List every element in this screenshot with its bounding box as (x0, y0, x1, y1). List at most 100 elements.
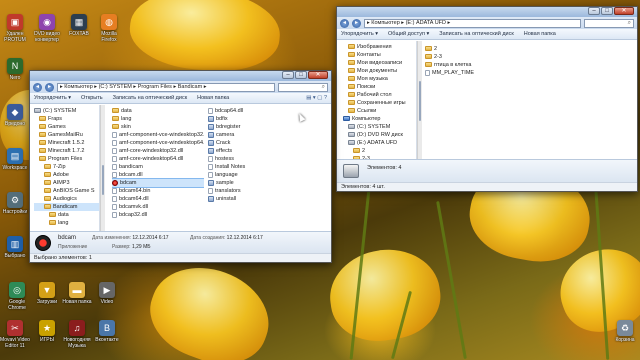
desktop-icon[interactable]: ▣ Удален PROTUM (0, 14, 30, 43)
file-item[interactable]: lang (112, 115, 204, 123)
tree-item[interactable]: Поиски (343, 83, 416, 91)
tree-item[interactable]: (C:) SYSTEM (343, 123, 416, 131)
tree-item[interactable]: (D:) DVD RW диск (343, 131, 416, 139)
tree-item[interactable]: lang (34, 219, 99, 227)
file-item[interactable]: bdregister (208, 123, 298, 131)
desktop-icon[interactable]: ◉ DVD видео конвертер (32, 14, 62, 43)
tree-item[interactable]: Мои документы (343, 67, 416, 75)
tree-item[interactable]: Мои видеозаписи (343, 59, 416, 67)
window-titlebar[interactable]: – □ ✕ (30, 71, 331, 81)
file-item[interactable]: MM_PLAY_TIME (425, 69, 635, 77)
tree-item[interactable]: Рабочий стол (343, 91, 416, 99)
file-item[interactable]: amf-core-windesktop32.dll (112, 147, 204, 155)
file-item[interactable]: camera (208, 131, 298, 139)
desktop-icon[interactable]: ♻ Корзина (610, 320, 640, 343)
tree-item[interactable]: Minecraft 1.7.2 (34, 147, 99, 155)
file-item[interactable]: bdcam64.dll (112, 195, 204, 203)
desktop-icon[interactable]: B Вконтакте (92, 320, 122, 343)
tree-item[interactable]: (C:) SYSTEM (34, 107, 99, 115)
close-button[interactable]: ✕ (308, 71, 328, 79)
minimize-button[interactable]: – (282, 71, 294, 79)
desktop-icon[interactable]: ▬ Новая папка (62, 282, 92, 305)
organize-menu[interactable]: Упорядочить ▾ (341, 31, 378, 37)
maximize-button[interactable]: □ (601, 7, 613, 15)
navigation-scrollbar[interactable] (100, 105, 105, 231)
desktop-icon[interactable]: ◆ Вредоно (0, 104, 30, 127)
organize-menu[interactable]: Упорядочить ▾ (34, 95, 71, 101)
file-item[interactable]: птица в клетка (425, 61, 635, 69)
address-bar[interactable]: ▸ Компьютер ▸ (C:) SYSTEM ▸ Program File… (57, 82, 275, 92)
file-item[interactable]: uninstall (208, 195, 298, 203)
explorer-window-bandicam[interactable]: – □ ✕ ◂ ▸ ▸ Компьютер ▸ (C:) SYSTEM ▸ Pr… (29, 70, 332, 263)
tree-item[interactable]: Minecraft 1.5.2 (34, 139, 99, 147)
tree-item[interactable]: Контакты (343, 51, 416, 59)
tree-item[interactable]: GamesMailRu (34, 131, 99, 139)
window-titlebar[interactable]: – □ ✕ (337, 7, 637, 17)
file-item[interactable]: translators (208, 187, 298, 195)
burn-button[interactable]: Записать на оптический диск (113, 95, 187, 101)
navigation-scrollbar[interactable] (417, 41, 422, 159)
desktop-icon[interactable]: ◍ Mozilla Firefox (94, 14, 124, 43)
file-item[interactable]: bandicam (112, 163, 204, 171)
file-item[interactable]: sample (208, 179, 298, 187)
new-folder-button[interactable]: Новая папка (197, 95, 229, 101)
file-item[interactable]: 2-3 (425, 53, 635, 61)
desktop-icon[interactable]: ▼ Загрузки (32, 282, 62, 305)
desktop-icon[interactable]: ◎ Google Chrome (2, 282, 32, 311)
minimize-button[interactable]: – (588, 7, 600, 15)
file-item[interactable]: bdcam64.bin (112, 187, 204, 195)
tree-item[interactable]: 7-Zip (34, 163, 99, 171)
file-item[interactable]: hostess (208, 155, 298, 163)
desktop-icon[interactable]: ▶ Video (92, 282, 122, 305)
new-folder-button[interactable]: Новая папка (524, 31, 556, 37)
tree-item[interactable]: Изображения (343, 43, 416, 51)
file-item[interactable]: bdcam.dll (112, 171, 204, 179)
tree-item[interactable]: Bandicam (34, 203, 99, 211)
tree-item[interactable]: Fraps (34, 115, 99, 123)
view-options-icon[interactable]: ▤ ▾ ▢ ? (306, 95, 327, 101)
forward-arrow-icon[interactable]: ▸ (352, 18, 361, 28)
search-input[interactable]: ⌕ (584, 18, 634, 28)
file-item[interactable]: effects (208, 147, 298, 155)
file-item[interactable]: amf-component-vce-windesktop64.dll (112, 139, 204, 147)
tree-item[interactable]: 2 (343, 147, 416, 155)
search-input[interactable]: ⌕ (278, 82, 328, 92)
maximize-button[interactable]: □ (295, 71, 307, 79)
file-item[interactable]: Install Notes (208, 163, 298, 171)
file-item[interactable]: bdcap32.dll (112, 211, 204, 219)
desktop-icon[interactable]: ✂ Movavi Video Editor 11 (0, 320, 30, 349)
file-item[interactable]: 2 (425, 45, 635, 53)
open-button[interactable]: Открыть (81, 95, 103, 101)
address-bar[interactable]: ▸ Компьютер ▸ (E:) ADATA UFD ▸ (364, 18, 581, 28)
file-item[interactable]: amf-core-windesktop64.dll (112, 155, 204, 163)
file-item[interactable]: data (112, 107, 204, 115)
file-item[interactable]: bdcam (112, 178, 204, 188)
desktop-icon[interactable]: ▥ Выбрано (0, 236, 30, 259)
desktop-icon[interactable]: ★ ИГРЫ (32, 320, 62, 343)
desktop-icon[interactable]: ♫ Новогодняя Музыка (62, 320, 92, 349)
file-item[interactable]: amf-component-vce-windesktop32.dll (112, 131, 204, 139)
file-item[interactable]: language (208, 171, 298, 179)
file-item[interactable]: bdcamvk.dll (112, 203, 204, 211)
explorer-window-usb[interactable]: – □ ✕ ◂ ▸ ▸ Компьютер ▸ (E:) ADATA UFD ▸… (336, 6, 638, 192)
desktop-icon[interactable]: N Nero (0, 58, 30, 81)
file-item[interactable]: skin (112, 123, 204, 131)
file-item[interactable]: bdfix (208, 115, 298, 123)
tree-item[interactable]: Ссылки (343, 107, 416, 115)
tree-item[interactable]: data (34, 211, 99, 219)
share-menu[interactable]: Общий доступ ▾ (388, 31, 429, 37)
file-item[interactable]: Crack (208, 139, 298, 147)
file-item[interactable]: bdcap64.dll (208, 107, 298, 115)
desktop-icon[interactable]: ▦ FOXTAB (64, 14, 94, 37)
tree-item[interactable]: (E:) ADATA UFD (343, 139, 416, 147)
tree-item[interactable]: Adobe (34, 171, 99, 179)
tree-item[interactable]: AIMP3 (34, 179, 99, 187)
desktop-icon[interactable]: ▤ Workspace (0, 148, 30, 171)
back-arrow-icon[interactable]: ◂ (340, 18, 349, 28)
close-button[interactable]: ✕ (614, 7, 634, 15)
tree-item[interactable]: Audiogics (34, 195, 99, 203)
forward-arrow-icon[interactable]: ▸ (45, 82, 54, 92)
tree-item[interactable]: Компьютер (343, 115, 416, 123)
tree-item[interactable]: Моя музыка (343, 75, 416, 83)
burn-button[interactable]: Записать на оптический диск (439, 31, 513, 37)
